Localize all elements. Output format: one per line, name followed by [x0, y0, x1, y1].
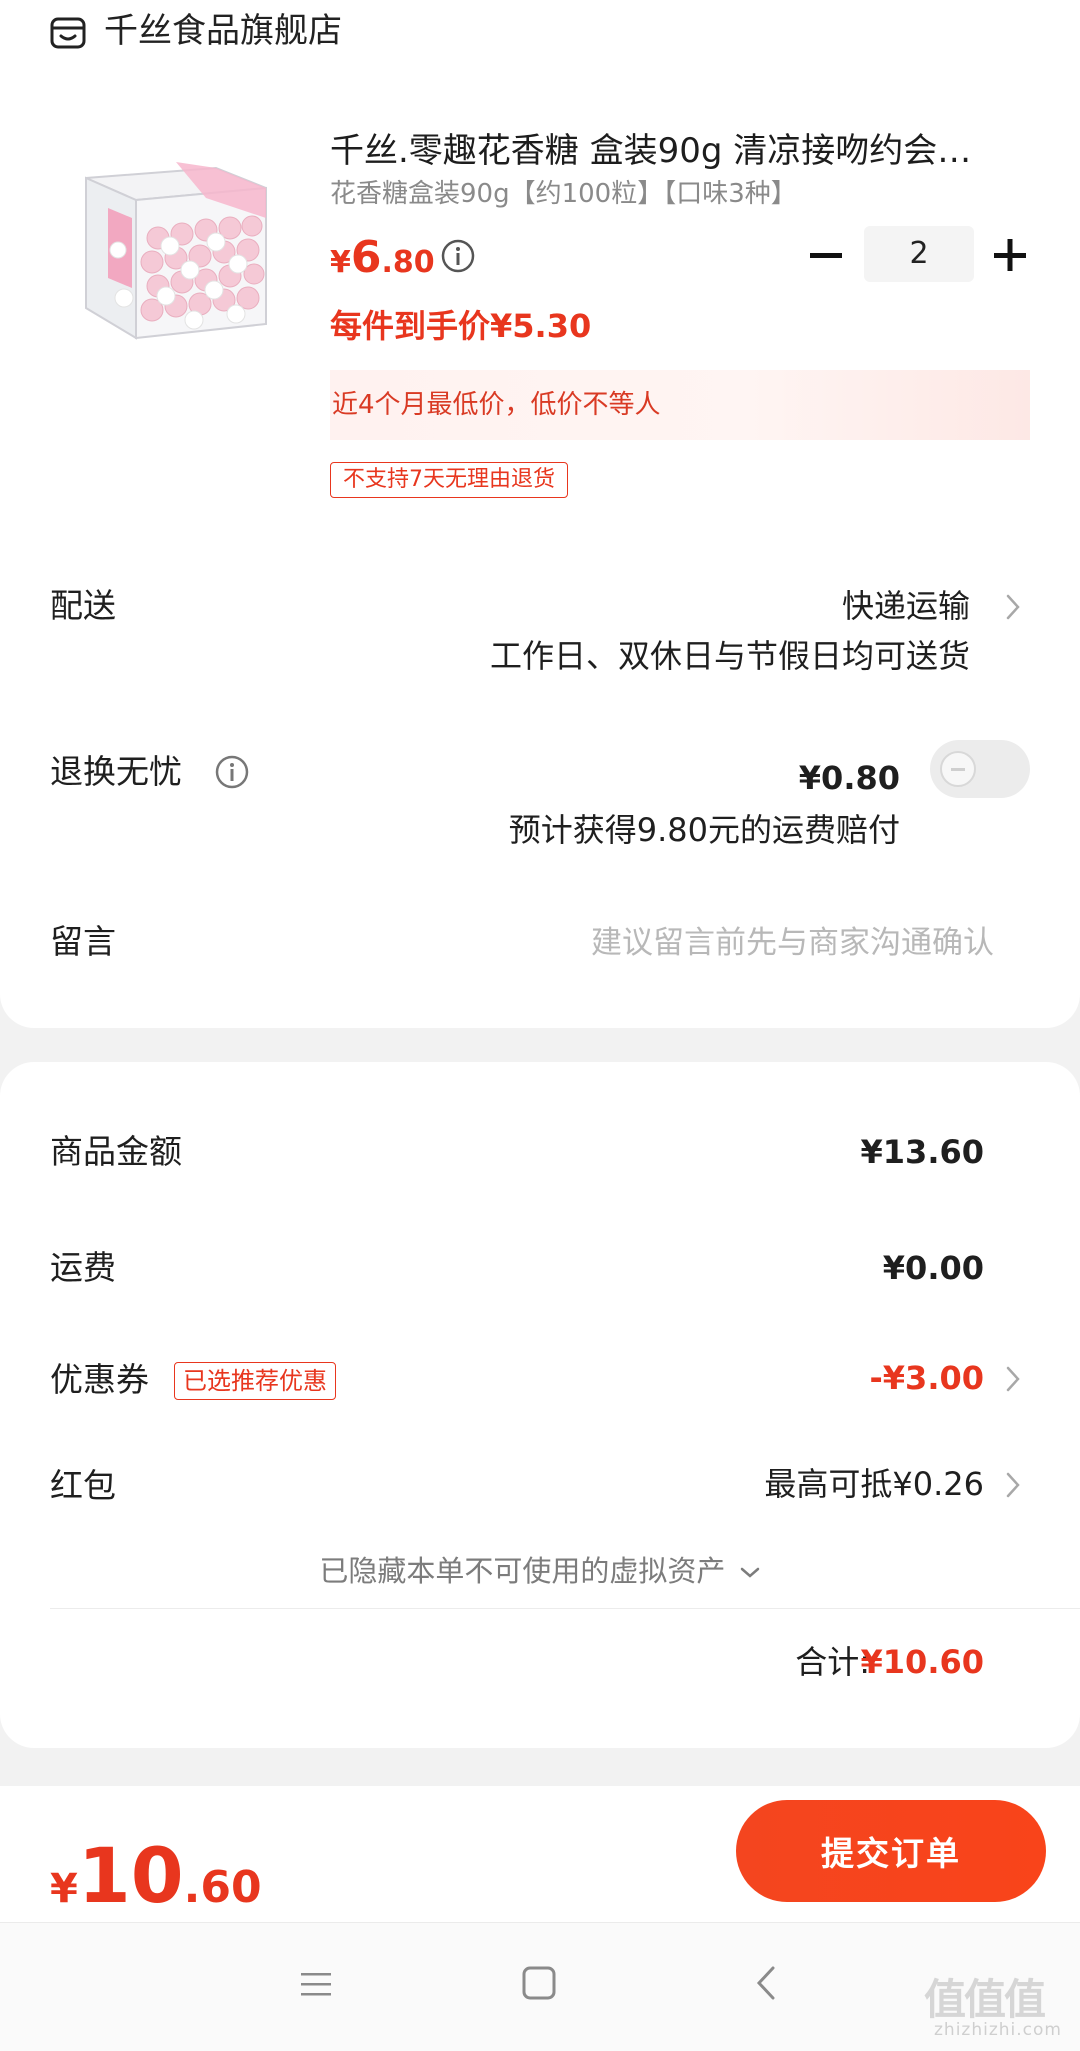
- checkout-price-integer: 10: [77, 1831, 184, 1920]
- product-price: ¥ 6 .80: [330, 232, 435, 288]
- quantity-increase-button[interactable]: [988, 232, 1032, 278]
- chevron-right-icon[interactable]: [1004, 1468, 1022, 1502]
- chevron-right-icon[interactable]: [1004, 590, 1022, 624]
- hidden-assets-toggle[interactable]: 已隐藏本单不可使用的虚拟资产: [0, 1550, 1080, 1592]
- shipping-fee-label: 运费: [50, 1248, 116, 1287]
- total-value: ¥10.60: [860, 1643, 984, 1681]
- goods-amount-value: ¥13.60: [860, 1133, 984, 1171]
- toggle-knob: [940, 751, 976, 787]
- home-icon[interactable]: [520, 1964, 558, 2002]
- delivery-label: 配送: [50, 586, 116, 625]
- price-info-icon[interactable]: [440, 238, 476, 274]
- product-title[interactable]: 千丝.零趣花香糖 盒装90g 清凉接吻约会…: [330, 128, 1010, 174]
- coupon-label: 优惠券: [50, 1360, 149, 1399]
- coupon-selected-tag: 已选推荐优惠: [174, 1362, 336, 1400]
- return-insurance-toggle[interactable]: [930, 740, 1030, 798]
- checkout-total-price: ¥ 10 .60: [50, 1838, 262, 1914]
- quantity-decrease-button[interactable]: [806, 232, 846, 278]
- return-insurance-note: 预计获得9.80元的运费赔付: [508, 811, 900, 849]
- checkout-currency: ¥: [50, 1866, 78, 1912]
- product-spec[interactable]: 花香糖盒装90g【约100粒】【口味3种】: [330, 176, 797, 212]
- shipping-fee-value: ¥0.00: [882, 1249, 984, 1287]
- product-image[interactable]: [66, 138, 284, 356]
- watermark-url: zhizhizhi.com: [934, 2020, 1062, 2040]
- return-insurance-info-icon[interactable]: [214, 754, 250, 790]
- goods-amount-label: 商品金额: [50, 1132, 182, 1171]
- price-decimal: .80: [381, 245, 435, 280]
- lowest-price-banner: 近4个月最低价，低价不等人: [330, 370, 1030, 440]
- return-insurance-price: ¥0.80: [798, 759, 900, 797]
- watermark-logo: 值值值: [924, 1975, 1046, 2024]
- red-packet-label: 红包: [50, 1466, 116, 1505]
- hidden-assets-text: 已隐藏本单不可使用的虚拟资产: [319, 1554, 726, 1588]
- coupon-value[interactable]: -¥3.00: [870, 1356, 985, 1400]
- checkout-price-decimal: .60: [183, 1862, 262, 1913]
- submit-order-button[interactable]: 提交订单: [736, 1800, 1046, 1902]
- chevron-down-icon: [740, 1567, 759, 1578]
- red-packet-value[interactable]: 最高可抵¥0.26: [764, 1462, 984, 1506]
- chevron-right-icon[interactable]: [1004, 1362, 1022, 1396]
- message-label: 留言: [50, 922, 116, 961]
- divider: [50, 1608, 1080, 1609]
- return-policy-tag: 不支持7天无理由退货: [330, 462, 568, 498]
- delivery-method[interactable]: 快递运输: [842, 584, 970, 628]
- return-insurance-label: 退换无忧: [50, 752, 182, 791]
- total-label: 合计:: [795, 1643, 870, 1681]
- price-integer: 6: [350, 232, 382, 283]
- store-icon: [50, 17, 86, 49]
- message-input[interactable]: [392, 918, 996, 968]
- quantity-field[interactable]: 2: [864, 226, 974, 282]
- price-currency: ¥: [330, 245, 351, 280]
- recent-apps-icon[interactable]: [298, 1966, 334, 2002]
- store-name[interactable]: 千丝食品旗舰店: [104, 8, 342, 54]
- final-unit-price: 每件到手价¥5.30: [330, 307, 592, 345]
- back-icon[interactable]: [754, 1964, 778, 2002]
- delivery-note: 工作日、双休日与节假日均可送货: [489, 637, 970, 675]
